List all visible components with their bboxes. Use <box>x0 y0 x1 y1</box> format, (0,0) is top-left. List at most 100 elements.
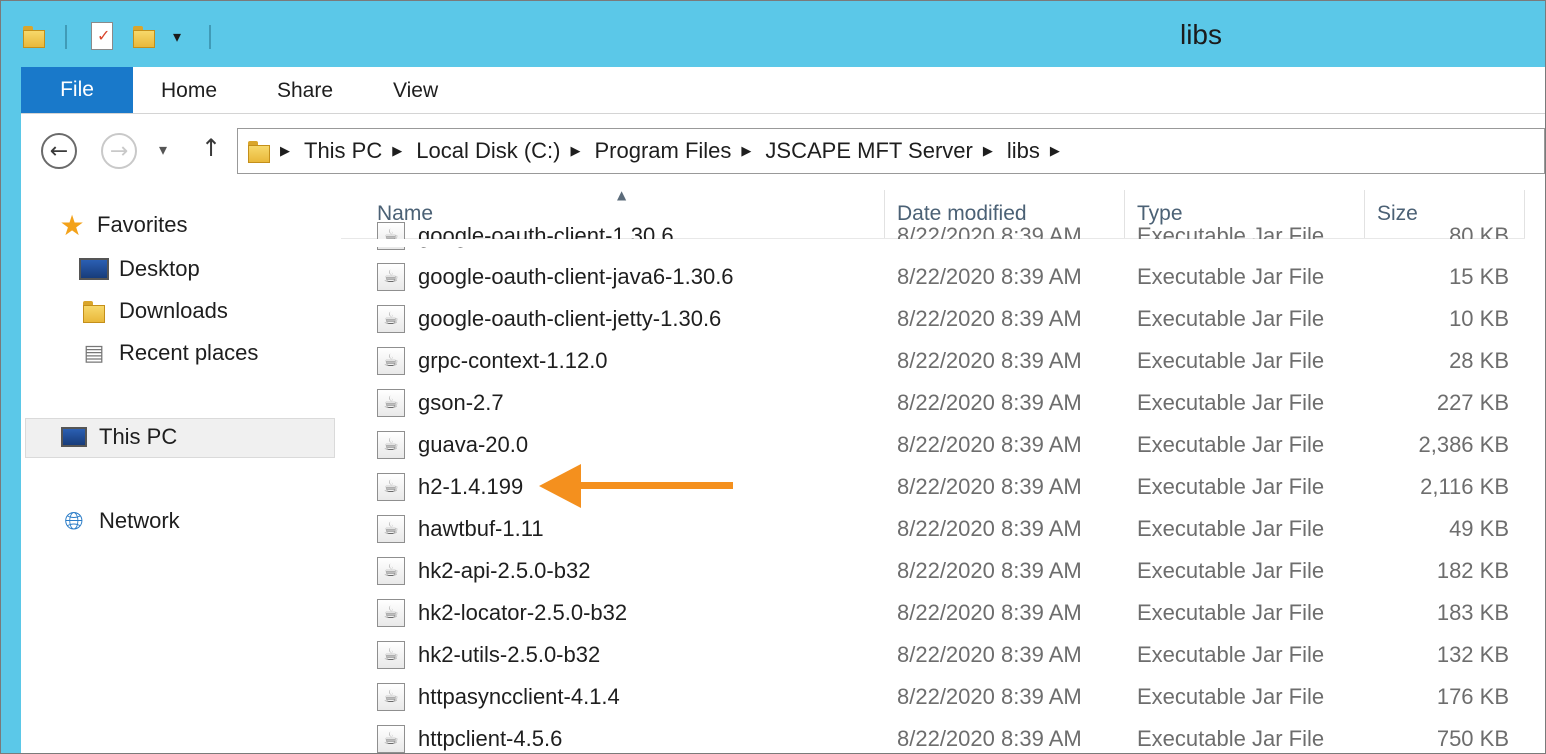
back-button[interactable]: ← <box>41 133 77 169</box>
nav-this-pc[interactable]: This PC <box>59 424 177 450</box>
file-row[interactable]: ☕︎ hk2-locator-2.5.0-b32 8/22/2020 8:39 … <box>341 592 1525 634</box>
folder-icon <box>248 139 270 163</box>
forward-button[interactable]: → <box>101 133 137 169</box>
desktop-icon <box>79 256 109 282</box>
file-row[interactable]: ☕︎ httpclient-4.5.6 8/22/2020 8:39 AM Ex… <box>341 718 1525 753</box>
toolbar-divider <box>65 25 67 49</box>
file-name: hawtbuf-1.11 <box>418 516 544 541</box>
file-date: 8/22/2020 8:39 AM <box>897 390 1082 415</box>
properties-icon[interactable] <box>91 19 113 53</box>
nav-downloads[interactable]: Downloads <box>79 298 228 324</box>
breadcrumb-separator[interactable]: ▶ <box>741 144 751 159</box>
file-size: 2,386 KB <box>1418 432 1509 457</box>
nav-network[interactable]: 🌐︎ Network <box>59 507 179 535</box>
file-row[interactable]: ☕︎ hawtbuf-1.11 8/22/2020 8:39 AM Execut… <box>341 508 1525 550</box>
nav-recent-places[interactable]: ▤ Recent places <box>79 340 259 366</box>
title-bar: ▾ libs <box>1 1 1545 67</box>
tab-file[interactable]: File <box>21 67 133 113</box>
navigation-bar: ← → ▾ ↑ ▶ This PC ▶ Local Disk (C:) ▶ Pr… <box>21 114 1545 188</box>
file-row[interactable]: ☕︎ hk2-api-2.5.0-b32 8/22/2020 8:39 AM E… <box>341 550 1525 592</box>
file-date: 8/22/2020 8:39 AM <box>897 684 1082 709</box>
tab-view[interactable]: View <box>393 79 438 103</box>
breadcrumb-libs[interactable]: libs <box>1007 138 1040 164</box>
java-jar-icon: ☕︎ <box>377 305 405 333</box>
breadcrumb-program-files[interactable]: Program Files <box>595 138 732 164</box>
file-type: Executable Jar File <box>1137 642 1325 667</box>
annotation-arrow-icon <box>539 464 733 508</box>
file-row[interactable]: ☕︎ google-oauth-client-jetty-1.30.6 8/22… <box>341 298 1525 340</box>
file-type: Executable Jar File <box>1137 726 1325 751</box>
file-name: h2-1.4.199 <box>418 474 524 499</box>
file-size: 183 KB <box>1436 600 1509 625</box>
file-size: 49 KB <box>1449 516 1509 541</box>
file-name: httpasyncclient-4.1.4 <box>418 684 620 709</box>
file-row[interactable]: ☕︎ guava-20.0 8/22/2020 8:39 AM Executab… <box>341 424 1525 466</box>
breadcrumb-jscape[interactable]: JSCAPE MFT Server <box>765 138 972 164</box>
file-date: 8/22/2020 8:39 AM <box>897 726 1082 751</box>
file-date: 8/22/2020 8:39 AM <box>897 432 1082 457</box>
file-name: google-oauth-client-jetty-1.30.6 <box>418 306 722 331</box>
recent-locations-chevron-down-icon[interactable]: ▾ <box>159 140 167 159</box>
file-type: Executable Jar File <box>1137 348 1325 373</box>
file-date: 8/22/2020 8:39 AM <box>897 600 1082 625</box>
breadcrumb-separator[interactable]: ▶ <box>1050 144 1060 159</box>
window-border <box>1 67 21 753</box>
computer-icon <box>59 424 89 450</box>
nav-desktop[interactable]: Desktop <box>79 256 200 282</box>
breadcrumb-separator[interactable]: ▶ <box>983 144 993 159</box>
java-jar-icon: ☕︎ <box>377 515 405 543</box>
file-type: Executable Jar File <box>1137 223 1325 248</box>
header-clip <box>341 239 1525 247</box>
file-row[interactable]: ☕︎ grpc-context-1.12.0 8/22/2020 8:39 AM… <box>341 340 1525 382</box>
java-jar-icon: ☕︎ <box>377 389 405 417</box>
java-jar-icon: ☕︎ <box>377 683 405 711</box>
downloads-folder-icon <box>79 298 109 324</box>
file-size: 2,116 KB <box>1420 474 1509 499</box>
file-row[interactable]: ☕︎ google-oauth-client-1.30.6 8/22/2020 … <box>341 215 1525 257</box>
file-type: Executable Jar File <box>1137 264 1325 289</box>
file-date: 8/22/2020 8:39 AM <box>897 264 1082 289</box>
file-size: 176 KB <box>1436 684 1509 709</box>
nav-favorites[interactable]: ★ Favorites <box>57 208 187 242</box>
breadcrumb-separator[interactable]: ▶ <box>571 144 581 159</box>
address-bar[interactable]: ▶ This PC ▶ Local Disk (C:) ▶ Program Fi… <box>237 128 1545 174</box>
file-name: google-oauth-client-1.30.6 <box>418 223 674 248</box>
customize-toolbar-icon[interactable]: ▾ <box>173 19 181 53</box>
file-name: hk2-api-2.5.0-b32 <box>418 558 591 583</box>
file-row[interactable]: ☕︎ httpasyncclient-4.1.4 8/22/2020 8:39 … <box>341 676 1525 718</box>
breadcrumb-this-pc[interactable]: This PC <box>304 138 382 164</box>
file-name: grpc-context-1.12.0 <box>418 348 608 373</box>
file-row-h2[interactable]: ☕︎ h2-1.4.199 8/22/2020 8:39 AM Executab… <box>341 466 1525 508</box>
java-jar-icon: ☕︎ <box>377 431 405 459</box>
toolbar-divider <box>209 25 211 49</box>
navigation-pane: ★ Favorites Desktop Downloads ▤ Recent p… <box>21 188 339 753</box>
java-jar-icon: ☕︎ <box>377 347 405 375</box>
file-size: 28 KB <box>1449 348 1509 373</box>
nav-label: Downloads <box>119 298 228 323</box>
file-size: 182 KB <box>1436 558 1509 583</box>
file-type: Executable Jar File <box>1137 474 1325 499</box>
ribbon-tabs: File Home Share View <box>21 67 1545 114</box>
new-folder-icon[interactable] <box>133 19 155 53</box>
file-size: 227 KB <box>1436 390 1509 415</box>
file-row[interactable]: ☕︎ gson-2.7 8/22/2020 8:39 AM Executable… <box>341 382 1525 424</box>
file-type: Executable Jar File <box>1137 306 1325 331</box>
file-date: 8/22/2020 8:39 AM <box>897 306 1082 331</box>
file-date: 8/22/2020 8:39 AM <box>897 474 1082 499</box>
up-arrow-icon[interactable]: ↑ <box>201 134 221 162</box>
star-icon: ★ <box>59 208 85 242</box>
breadcrumb-separator[interactable]: ▶ <box>280 144 290 159</box>
file-row[interactable]: ☕︎ google-oauth-client-java6-1.30.6 8/22… <box>341 256 1525 298</box>
file-name: hk2-locator-2.5.0-b32 <box>418 600 628 625</box>
file-row[interactable]: ☕︎ hk2-utils-2.5.0-b32 8/22/2020 8:39 AM… <box>341 634 1525 676</box>
quick-access-folder-icon[interactable] <box>23 19 45 53</box>
breadcrumb-local-disk[interactable]: Local Disk (C:) <box>416 138 560 164</box>
breadcrumb-separator[interactable]: ▶ <box>392 144 402 159</box>
nav-label: Desktop <box>119 256 200 281</box>
tab-home[interactable]: Home <box>161 79 217 103</box>
file-name: guava-20.0 <box>418 432 529 457</box>
file-size: 80 KB <box>1449 223 1509 248</box>
tab-share[interactable]: Share <box>277 79 333 103</box>
file-size: 750 KB <box>1436 726 1509 751</box>
file-list: ▲ Name Date modified Type Size ☕︎ google… <box>341 188 1545 753</box>
